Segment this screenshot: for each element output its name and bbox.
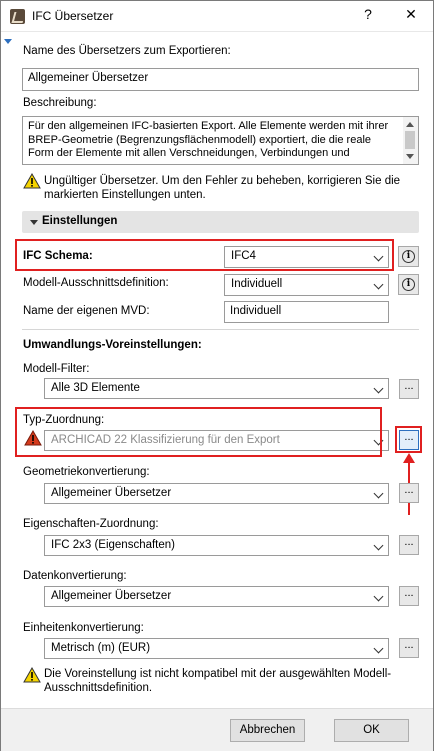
info-icon: i: [402, 250, 415, 263]
model-filter-settings-button[interactable]: ...: [399, 379, 419, 399]
warning-icon: [23, 667, 41, 683]
chevron-down-icon: [373, 643, 384, 654]
divider: [22, 329, 419, 330]
warning-icon: [23, 173, 41, 189]
description-text: Für den allgemeinen IFC-basierten Export…: [28, 120, 389, 159]
collapse-triangle-icon: [30, 220, 38, 225]
help-button[interactable]: ?: [357, 6, 379, 22]
chevron-down-icon: [373, 383, 384, 394]
data-conversion-label: Datenkonvertierung:: [23, 570, 127, 582]
unit-conversion-label: Einheitenkonvertierung:: [23, 622, 144, 634]
units-incompatible-warning: Die Voreinstellung ist nicht kompatibel …: [44, 668, 392, 694]
data-conversion-value: Allgemeiner Übersetzer: [51, 590, 172, 602]
window-title: IFC Übersetzer: [32, 9, 114, 23]
title-bar: IFC Übersetzer ? ✕: [1, 1, 433, 32]
settings-section-header[interactable]: Einstellungen: [22, 211, 419, 233]
collapse-marker-icon: [4, 39, 12, 44]
mvd-label: Modell-Ausschnittsdefinition:: [23, 277, 169, 289]
geometry-settings-button[interactable]: ...: [399, 483, 419, 503]
mvd-info-button[interactable]: i: [398, 274, 419, 295]
chevron-down-icon: [373, 591, 384, 602]
property-mapping-label: Eigenschaften-Zuordnung:: [23, 518, 159, 530]
close-icon[interactable]: ✕: [400, 6, 422, 23]
settings-header-label: Einstellungen: [42, 215, 118, 227]
dialog-footer: Abbrechen OK: [1, 708, 433, 751]
schema-highlight-box: [15, 239, 394, 271]
exporter-name-input[interactable]: Allgemeiner Übersetzer: [22, 68, 419, 91]
info-icon: i: [402, 278, 415, 291]
unit-conversion-dropdown[interactable]: Metrisch (m) (EUR): [44, 638, 389, 659]
mvd-value: Individuell: [231, 278, 283, 290]
scroll-down-icon[interactable]: [406, 154, 414, 159]
invalid-translator-warning: Ungültiger Übersetzer. Um den Fehler zu …: [44, 175, 401, 201]
custom-mvd-input[interactable]: Individuell: [224, 301, 389, 323]
description-label: Beschreibung:: [23, 97, 97, 109]
presets-title: Umwandlungs-Voreinstellungen:: [23, 339, 202, 351]
mvd-dropdown[interactable]: Individuell: [224, 274, 389, 296]
geometry-conversion-dropdown[interactable]: Allgemeiner Übersetzer: [44, 483, 389, 504]
description-textarea[interactable]: Für den allgemeinen IFC-basierten Export…: [22, 116, 419, 165]
schema-info-button[interactable]: i: [398, 246, 419, 267]
data-conversion-dropdown[interactable]: Allgemeiner Übersetzer: [44, 586, 389, 607]
chevron-down-icon: [373, 540, 384, 551]
geometry-conversion-label: Geometriekonvertierung:: [23, 466, 150, 478]
dots-button-highlight-box: [395, 426, 422, 453]
type-mapping-highlight-box: [15, 407, 382, 457]
exporter-name-label: Name des Übersetzers zum Exportieren:: [23, 45, 231, 57]
model-filter-value: Alle 3D Elemente: [51, 382, 140, 394]
scroll-thumb[interactable]: [405, 131, 415, 149]
cancel-button[interactable]: Abbrechen: [230, 719, 305, 742]
custom-mvd-label: Name der eigenen MVD:: [23, 305, 150, 317]
geometry-conversion-value: Allgemeiner Übersetzer: [51, 487, 172, 499]
archicad-app-icon: [10, 9, 25, 24]
property-mapping-value: IFC 2x3 (Eigenschaften): [51, 539, 176, 551]
chevron-down-icon: [373, 279, 384, 290]
unit-conversion-value: Metrisch (m) (EUR): [51, 642, 151, 654]
model-filter-label: Modell-Filter:: [23, 363, 90, 375]
model-filter-dropdown[interactable]: Alle 3D Elemente: [44, 378, 389, 399]
ifc-translator-dialog: IFC Übersetzer ? ✕ Name des Übersetzers …: [0, 0, 434, 751]
scroll-up-icon[interactable]: [406, 122, 414, 127]
property-settings-button[interactable]: ...: [399, 535, 419, 555]
chevron-down-icon: [373, 488, 384, 499]
unit-conversion-settings-button[interactable]: ...: [399, 638, 419, 658]
ok-button[interactable]: OK: [334, 719, 409, 742]
description-scrollbar[interactable]: [403, 117, 418, 164]
data-conversion-settings-button[interactable]: ...: [399, 586, 419, 606]
property-mapping-dropdown[interactable]: IFC 2x3 (Eigenschaften): [44, 535, 389, 556]
